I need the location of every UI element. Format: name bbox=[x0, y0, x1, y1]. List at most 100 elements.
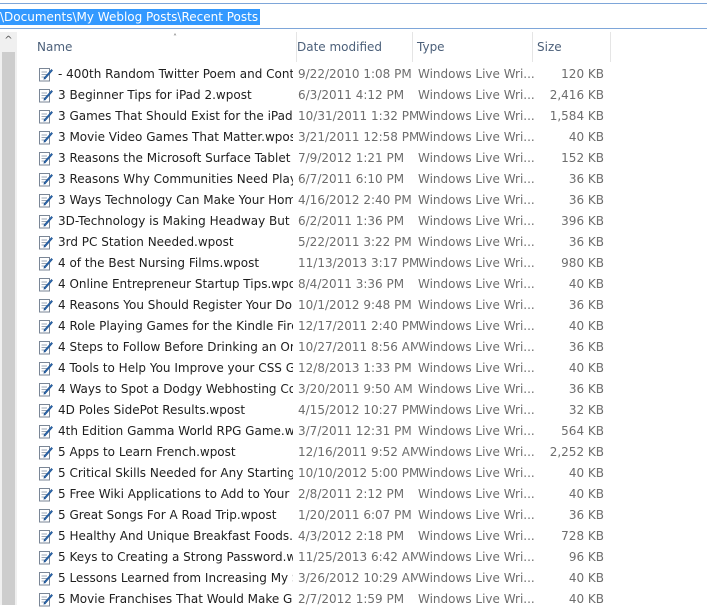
file-size: 40 KB bbox=[568, 466, 604, 480]
wpost-file-icon bbox=[39, 403, 53, 418]
file-row[interactable]: 4 Role Playing Games for the Kindle Fire… bbox=[17, 316, 707, 337]
file-type: Windows Live Wri... bbox=[418, 109, 535, 123]
wpost-file-icon bbox=[39, 109, 53, 124]
file-row[interactable]: 3rd PC Station Needed.wpost 5/22/2011 3:2… bbox=[17, 232, 707, 253]
column-header-name[interactable]: Name bbox=[33, 32, 297, 62]
wpost-file-icon bbox=[39, 508, 53, 523]
file-row[interactable]: 5 Keys to Creating a Strong Password.wp.… bbox=[17, 547, 707, 568]
file-row[interactable]: 4 Steps to Follow Before Drinking an Ore… bbox=[17, 337, 707, 358]
file-row[interactable]: 3 Beginner Tips for iPad 2.wpost 6/3/2011… bbox=[17, 85, 707, 106]
file-type: Windows Live Wri... bbox=[418, 151, 535, 165]
wpost-file-icon bbox=[39, 67, 53, 82]
file-date-modified: 8/4/2011 3:36 PM bbox=[298, 277, 405, 291]
file-row[interactable]: 3 Reasons Why Communities Need Playg... 6… bbox=[17, 169, 707, 190]
file-name: 3D-Technology is Making Headway But ... bbox=[58, 214, 293, 228]
file-row[interactable]: 3 Ways Technology Can Make Your Hom... 4/… bbox=[17, 190, 707, 211]
wpost-file-icon bbox=[39, 214, 53, 229]
file-date-modified: 7/9/2012 1:21 PM bbox=[298, 151, 405, 165]
scroll-thumb[interactable] bbox=[2, 52, 15, 605]
file-row[interactable]: 5 Lessons Learned from Increasing My SE.… bbox=[17, 568, 707, 589]
file-row[interactable]: 5 Free Wiki Applications to Add to Your … bbox=[17, 484, 707, 505]
file-type: Windows Live Wri... bbox=[418, 277, 535, 291]
file-row[interactable]: - 400th Random Twitter Poem and Conte...… bbox=[17, 64, 707, 85]
address-bar[interactable]: \Documents\My Weblog Posts\Recent Posts bbox=[0, 3, 707, 29]
file-row[interactable]: 5 Critical Skills Needed for Any Startin… bbox=[17, 463, 707, 484]
file-name: 4 of the Best Nursing Films.wpost bbox=[58, 256, 260, 270]
file-row[interactable]: 4th Edition Gamma World RPG Game.wp... 3/… bbox=[17, 421, 707, 442]
column-header-date-label: Date modified bbox=[297, 40, 383, 54]
file-size: 2,416 KB bbox=[549, 88, 604, 102]
file-type: Windows Live Wri... bbox=[418, 550, 535, 564]
file-row[interactable]: 5 Apps to Learn French.wpost 12/16/2011 9… bbox=[17, 442, 707, 463]
file-size: 396 KB bbox=[561, 214, 604, 228]
file-name: 5 Keys to Creating a Strong Password.wp.… bbox=[58, 550, 293, 564]
file-date-modified: 10/31/2011 1:32 PM bbox=[298, 109, 418, 123]
file-date-modified: 6/7/2011 6:10 PM bbox=[298, 172, 405, 186]
file-name: 3rd PC Station Needed.wpost bbox=[58, 235, 234, 249]
file-row[interactable]: 4 Reasons You Should Register Your Do...… bbox=[17, 295, 707, 316]
file-size: 40 KB bbox=[568, 571, 604, 585]
file-size: 40 KB bbox=[568, 277, 604, 291]
file-row[interactable]: 3 Games That Should Exist for the iPad.w… bbox=[17, 106, 707, 127]
file-size: 2,252 KB bbox=[549, 445, 604, 459]
file-type: Windows Live Wri... bbox=[418, 130, 535, 144]
file-type: Windows Live Wri... bbox=[418, 508, 535, 522]
file-type: Windows Live Wri... bbox=[418, 214, 535, 228]
wpost-file-icon bbox=[39, 340, 53, 355]
file-type: Windows Live Wri... bbox=[418, 298, 535, 312]
file-name: 5 Healthy And Unique Breakfast Foods.w..… bbox=[58, 529, 293, 543]
file-name: 4 Online Entrepreneur Startup Tips.wpost bbox=[58, 277, 293, 291]
file-size: 36 KB bbox=[568, 340, 604, 354]
file-date-modified: 11/13/2013 3:17 PM bbox=[298, 256, 418, 270]
file-date-modified: 3/7/2011 12:31 PM bbox=[298, 424, 412, 438]
file-name: 4 Role Playing Games for the Kindle Fire… bbox=[58, 319, 293, 333]
wpost-file-icon bbox=[39, 319, 53, 334]
wpost-file-icon bbox=[39, 424, 53, 439]
file-type: Windows Live Wri... bbox=[418, 193, 535, 207]
file-row[interactable]: 3D-Technology is Making Headway But ... 6… bbox=[17, 211, 707, 232]
file-type: Windows Live Wri... bbox=[418, 88, 535, 102]
file-row[interactable]: 4 Tools to Help You Improve your CSS G..… bbox=[17, 358, 707, 379]
file-type: Windows Live Wri... bbox=[418, 172, 535, 186]
file-row[interactable]: 4D Poles SidePot Results.wpost 4/15/2012 … bbox=[17, 400, 707, 421]
address-path[interactable]: \Documents\My Weblog Posts\Recent Posts bbox=[0, 9, 261, 25]
wpost-file-icon bbox=[39, 550, 53, 565]
wpost-file-icon bbox=[39, 88, 53, 103]
file-size: 728 KB bbox=[561, 529, 604, 543]
file-type: Windows Live Wri... bbox=[418, 67, 535, 81]
file-row[interactable]: 3 Reasons the Microsoft Surface Tablet C… bbox=[17, 148, 707, 169]
column-header-size[interactable]: Size bbox=[533, 32, 611, 62]
file-type: Windows Live Wri... bbox=[418, 571, 535, 585]
vertical-scrollbar[interactable]: ^ bbox=[0, 32, 17, 605]
file-type: Windows Live Wri... bbox=[418, 403, 535, 417]
file-row[interactable]: 5 Great Songs For A Road Trip.wpost 1/20/… bbox=[17, 505, 707, 526]
file-date-modified: 10/27/2011 8:56 AM bbox=[298, 340, 418, 354]
column-header-type[interactable]: Type bbox=[413, 32, 533, 62]
file-size: 36 KB bbox=[568, 172, 604, 186]
file-type: Windows Live Wri... bbox=[418, 235, 535, 249]
file-name: 4D Poles SidePot Results.wpost bbox=[58, 403, 246, 417]
file-row[interactable]: 5 Movie Franchises That Would Make Gr...… bbox=[17, 589, 707, 610]
file-row[interactable]: 4 Online Entrepreneur Startup Tips.wpost… bbox=[17, 274, 707, 295]
file-type: Windows Live Wri... bbox=[418, 319, 535, 333]
column-header-row: ˄ Name Date modified Type Size bbox=[17, 32, 707, 62]
file-row[interactable]: 4 of the Best Nursing Films.wpost 11/13/2… bbox=[17, 253, 707, 274]
file-row[interactable]: 3 Movie Video Games That Matter.wpost 3/2… bbox=[17, 127, 707, 148]
file-name: 3 Movie Video Games That Matter.wpost bbox=[58, 130, 293, 144]
column-header-type-label: Type bbox=[417, 40, 445, 54]
file-size: 980 KB bbox=[561, 256, 604, 270]
scroll-up-arrow-icon[interactable]: ^ bbox=[0, 32, 17, 49]
wpost-file-icon bbox=[39, 487, 53, 502]
file-date-modified: 4/15/2012 10:27 PM bbox=[298, 403, 418, 417]
file-size: 120 KB bbox=[561, 67, 604, 81]
file-date-modified: 4/16/2012 2:40 PM bbox=[298, 193, 412, 207]
file-type: Windows Live Wri... bbox=[418, 445, 535, 459]
file-date-modified: 3/26/2012 10:29 AM bbox=[298, 571, 418, 585]
wpost-file-icon bbox=[39, 466, 53, 481]
file-row[interactable]: 4 Ways to Spot a Dodgy Webhosting Co... 3… bbox=[17, 379, 707, 400]
file-row[interactable]: 5 Healthy And Unique Breakfast Foods.w..… bbox=[17, 526, 707, 547]
column-header-date-modified[interactable]: Date modified bbox=[293, 32, 413, 62]
wpost-file-icon bbox=[39, 445, 53, 460]
file-type: Windows Live Wri... bbox=[418, 256, 535, 270]
wpost-file-icon bbox=[39, 235, 53, 250]
